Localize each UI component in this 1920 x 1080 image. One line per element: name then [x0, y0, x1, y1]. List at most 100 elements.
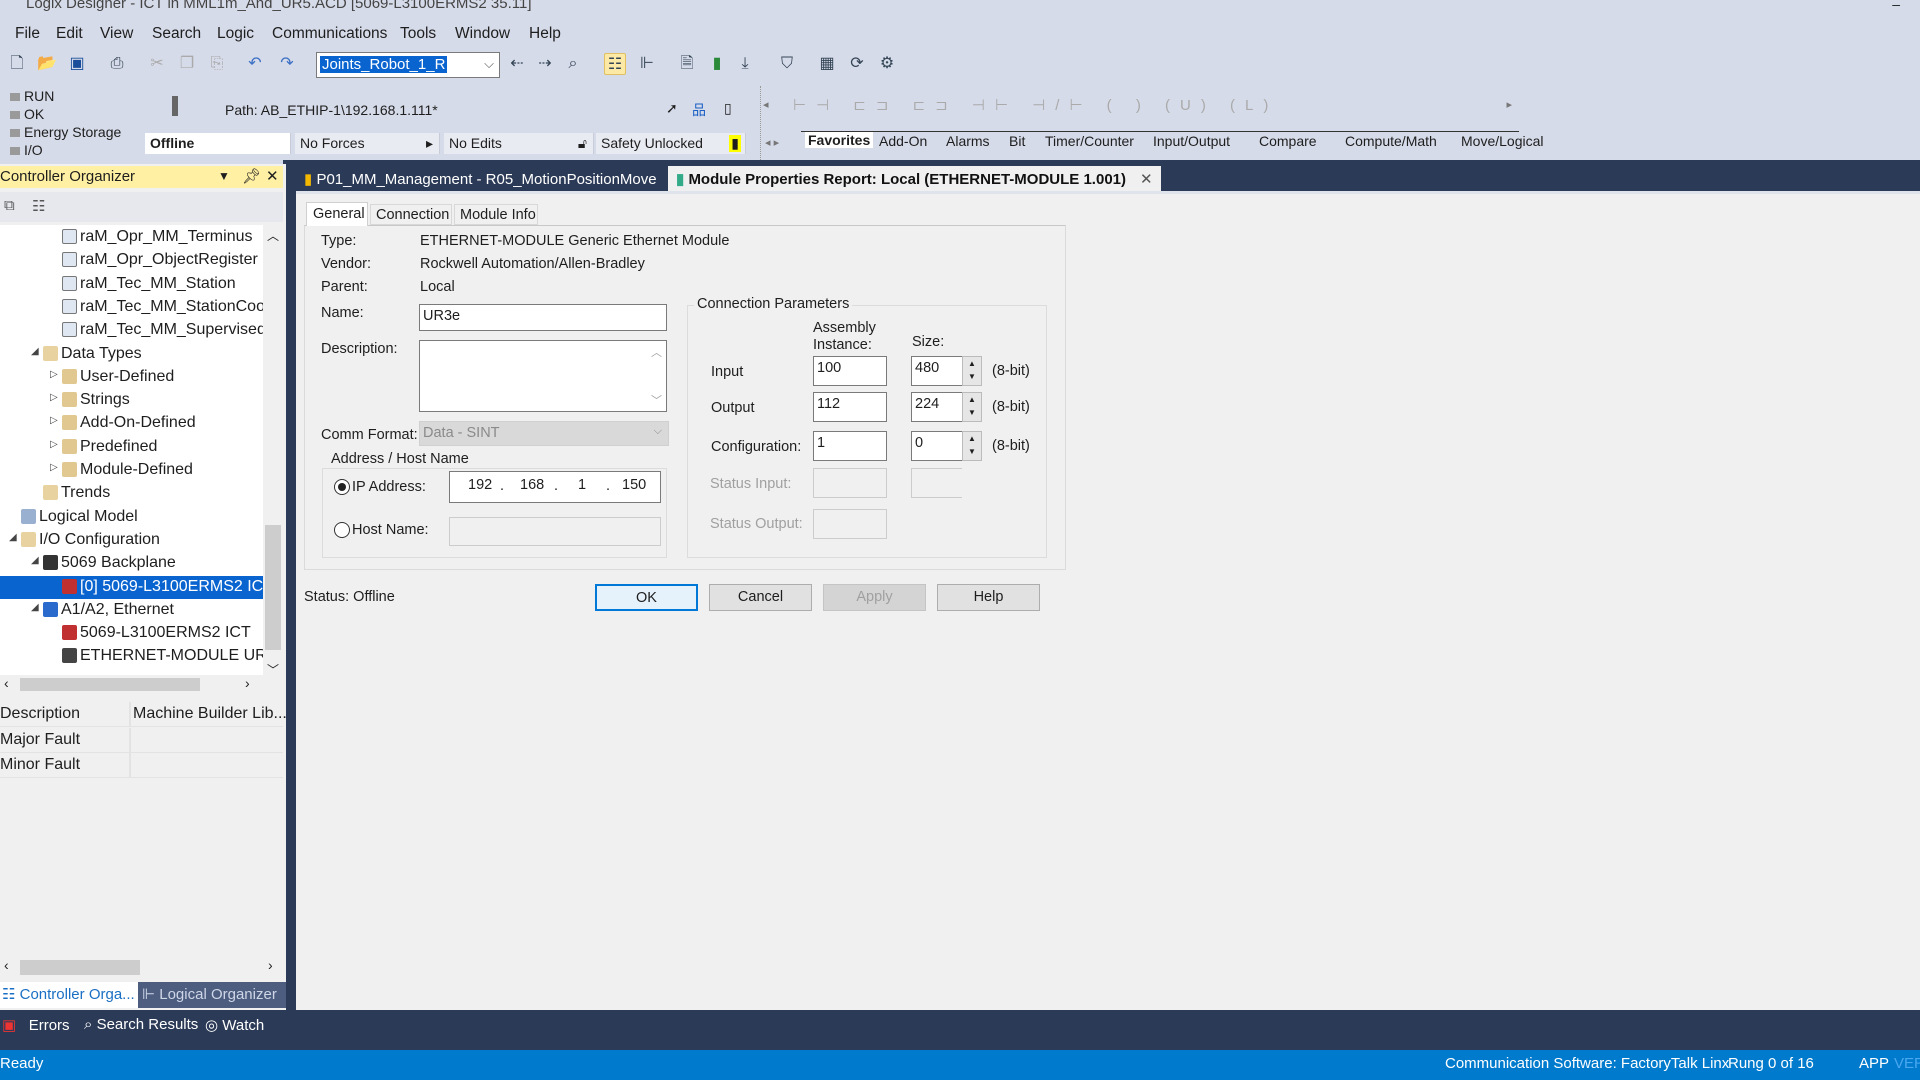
scroll-left-icon[interactable]: ◂ [763, 98, 769, 111]
safety-dropdown[interactable]: Safety Unlocked ▮ [596, 133, 746, 154]
tree-item[interactable]: ◢ Data Types [0, 343, 263, 366]
paste-icon[interactable]: ⎘ [206, 53, 228, 75]
apply-button[interactable]: Apply [823, 584, 926, 611]
verify-icon[interactable]: 🗎 [676, 53, 698, 75]
download-icon[interactable]: ⤓ [734, 53, 756, 75]
tab-connection[interactable]: Connection [370, 204, 452, 225]
instruction-tab-compute-math[interactable]: Compute/Math [1345, 133, 1437, 149]
host-name-input[interactable] [449, 517, 661, 546]
ok-button[interactable]: OK [595, 584, 698, 611]
output-instance-input[interactable]: 112 [813, 392, 887, 422]
collapsed-arrow-icon[interactable]: ▷ [50, 392, 58, 403]
pointer-icon[interactable]: ➚ [666, 100, 678, 117]
network-browse-icon[interactable]: ⟳ [846, 53, 868, 75]
tree-item[interactable]: ▷ Add-On-Defined [0, 412, 263, 435]
print-icon[interactable]: ⎙ [106, 53, 128, 75]
mode-dropdown[interactable]: Offline [145, 133, 291, 154]
tab-general[interactable]: General [306, 202, 368, 226]
logical-organizer-icon[interactable]: ⊩ [636, 53, 658, 75]
expanded-arrow-icon[interactable]: ◢ [31, 555, 39, 566]
minimize-button[interactable]: – [1892, 0, 1900, 12]
menu-communications[interactable]: Communications [272, 25, 387, 43]
tree-item[interactable]: ▷ Strings [0, 389, 263, 412]
instruction-tab-input-output[interactable]: Input/Output [1153, 133, 1230, 149]
input-instance-input[interactable]: 100 [813, 356, 887, 386]
menu-logic[interactable]: Logic [217, 25, 254, 43]
tree-item[interactable]: ◢ 5069 Backplane [0, 552, 263, 575]
tree-item[interactable]: raM_Tec_MM_SupervisedStation [0, 319, 263, 342]
tab-scroll-left-icon[interactable]: ◂ ▸ [765, 136, 779, 149]
input-size-spinner[interactable]: ▲ ▼ [962, 356, 982, 386]
doc-tab-routine[interactable]: ▮ P01_MM_Management - R05_MotionPosition… [296, 166, 665, 191]
find-icon[interactable]: ⌕ [562, 53, 584, 75]
find-previous-icon[interactable]: ⇠ [506, 53, 528, 75]
tab-logical-organizer[interactable]: ⊩ Logical Organizer [142, 985, 277, 1003]
open-folder-icon[interactable]: 📂 [36, 53, 58, 75]
collapsed-arrow-icon[interactable]: ▷ [50, 462, 58, 473]
redo-icon[interactable]: ↷ [276, 53, 298, 75]
verify-controller-icon[interactable]: ▮ [706, 53, 728, 75]
menu-view[interactable]: View [100, 25, 133, 43]
tree-item[interactable]: ETHERNET-MODULE UR3e [0, 645, 263, 668]
menu-help[interactable]: Help [529, 25, 561, 43]
module-icon[interactable]: ▦ [816, 53, 838, 75]
routine-combobox[interactable]: Joints_Robot_1_R ⌵ [316, 52, 500, 78]
network-icon[interactable]: 品 [692, 100, 706, 120]
copy-icon[interactable]: ❐ [176, 53, 198, 75]
collapsed-arrow-icon[interactable]: ▷ [50, 369, 58, 380]
host-name-radio[interactable] [334, 522, 350, 538]
show-options-icon[interactable]: ☷ [32, 197, 45, 215]
scrollbar-thumb[interactable] [265, 525, 281, 650]
input-size-input[interactable]: 480 [911, 356, 963, 386]
expanded-arrow-icon[interactable]: ◢ [9, 532, 17, 543]
tree-item[interactable]: raM_Opr_MM_Terminus [0, 226, 263, 249]
tree-item[interactable]: raM_Opr_ObjectRegister [0, 249, 263, 272]
tree-item[interactable]: ▷ User-Defined [0, 366, 263, 389]
close-icon[interactable]: ✕ [266, 167, 279, 185]
controller-organizer-icon[interactable]: ☷ [604, 53, 626, 75]
new-file-icon[interactable]: 🗋 [6, 53, 28, 75]
configuration-size-spinner[interactable]: ▲ ▼ [962, 431, 982, 461]
comm-format-select[interactable]: Data - SINT ⌵ [419, 421, 669, 446]
cut-icon[interactable]: ✂ [146, 53, 168, 75]
tree-item[interactable]: Logical Model [0, 506, 263, 529]
expanded-arrow-icon[interactable]: ◢ [31, 602, 39, 613]
ip-address-input[interactable]: 192. 168. 1. 150 [449, 471, 661, 503]
expanded-arrow-icon[interactable]: ◢ [31, 346, 39, 357]
instruction-tab-add-on[interactable]: Add-On [879, 133, 927, 149]
tree-item[interactable]: 5069-L3100ERMS2 ICT [0, 622, 263, 645]
dropdown-icon[interactable]: ▼ [218, 169, 230, 183]
output-size-input[interactable]: 224 [911, 392, 963, 422]
forces-dropdown[interactable]: No Forces ▸ [295, 133, 440, 154]
chevron-down-icon[interactable]: ⌵ [484, 56, 494, 72]
tree-item[interactable]: raM_Tec_MM_StationCoordinator [0, 296, 263, 319]
menu-edit[interactable]: Edit [56, 25, 83, 43]
instruction-tab-favorites[interactable]: Favorites [805, 132, 874, 148]
settings-icon[interactable]: ⚙ [876, 53, 898, 75]
tree-item[interactable]: ◢ A1/A2, Ethernet [0, 599, 263, 622]
menu-tools[interactable]: Tools [400, 25, 436, 43]
undo-icon[interactable]: ↶ [244, 53, 266, 75]
pin-icon[interactable]: 📌︎ [242, 167, 261, 185]
tree-item[interactable]: ▷ Module-Defined [0, 459, 263, 482]
doc-tab-module-properties[interactable]: ▮ Module Properties Report: Local (ETHER… [668, 166, 1161, 192]
tree-item[interactable]: ◢ I/O Configuration [0, 529, 263, 552]
find-next-icon[interactable]: ⇢ [534, 53, 556, 75]
instruction-tab-timer-counter[interactable]: Timer/Counter [1045, 133, 1134, 149]
tab-search-results[interactable]: ⌕ Search Results [84, 1016, 198, 1033]
tab-module-info[interactable]: Module Info [454, 204, 538, 225]
instruction-tab-alarms[interactable]: Alarms [946, 133, 990, 149]
scroll-right-icon[interactable]: ▸ [1506, 98, 1512, 111]
close-icon[interactable]: ✕ [1140, 171, 1153, 188]
collapsed-arrow-icon[interactable]: ▷ [50, 439, 58, 450]
output-size-spinner[interactable]: ▲ ▼ [962, 392, 982, 422]
menu-window[interactable]: Window [455, 25, 510, 43]
tab-controller-organizer[interactable]: ☷ Controller Orga... [0, 982, 138, 1008]
tree-item[interactable]: raM_Tec_MM_Station [0, 273, 263, 296]
collapsed-arrow-icon[interactable]: ▷ [50, 415, 58, 426]
menu-search[interactable]: Search [152, 25, 201, 43]
ip-address-radio[interactable] [334, 479, 350, 495]
tree-item[interactable]: ▷ Predefined [0, 436, 263, 459]
configuration-size-input[interactable]: 0 [911, 431, 963, 461]
properties-horizontal-scrollbar[interactable]: ‹ › [0, 957, 283, 977]
